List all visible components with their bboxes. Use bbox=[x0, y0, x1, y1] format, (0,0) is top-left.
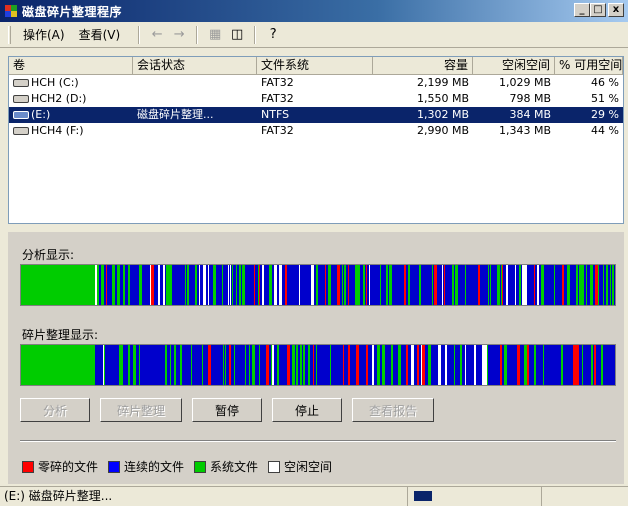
volume-free: 384 MB bbox=[509, 108, 551, 121]
minimize-button[interactable]: _ bbox=[574, 3, 590, 17]
volume-name: HCH2 (D:) bbox=[31, 92, 87, 105]
volume-status bbox=[133, 75, 257, 91]
contiguous-swatch bbox=[108, 460, 121, 473]
free-swatch bbox=[268, 460, 281, 473]
volume-name: (E:) bbox=[31, 108, 51, 121]
column-header-percent-free[interactable]: % 可用空间 bbox=[555, 57, 623, 75]
divider bbox=[20, 440, 616, 442]
close-button[interactable]: x bbox=[608, 3, 624, 17]
progress-indicator bbox=[414, 491, 432, 501]
properties-icon[interactable]: ◫ bbox=[228, 26, 246, 44]
volume-row[interactable]: HCH4 (F:) FAT32 2,990 MB 1,343 MB 44 % bbox=[9, 123, 623, 139]
volume-row[interactable]: HCH2 (D:) FAT32 1,550 MB 798 MB 51 % bbox=[9, 91, 623, 107]
defrag-panel: 分析显示: 碎片整理显示: 分析 碎片整理 暂停 停止 查看报告 零碎的文件 连… bbox=[8, 232, 624, 484]
legend-item-system: 系统文件 bbox=[194, 458, 258, 475]
volume-name: HCH (C:) bbox=[31, 76, 79, 89]
status-progress bbox=[408, 487, 542, 506]
defrag-cluster-map bbox=[21, 345, 615, 385]
toolbar-separator bbox=[138, 25, 141, 44]
legend-label: 空闲空间 bbox=[284, 460, 333, 474]
status-text: (E:) 磁盘碎片整理... bbox=[0, 487, 408, 506]
defrag-display-label: 碎片整理显示: bbox=[22, 328, 99, 342]
legend-label: 连续的文件 bbox=[124, 460, 185, 474]
help-icon[interactable]: ? bbox=[264, 26, 282, 44]
toolbar-separator bbox=[196, 25, 199, 44]
column-header-session-status[interactable]: 会话状态 bbox=[133, 57, 257, 75]
legend-item-fragmented: 零碎的文件 bbox=[22, 458, 98, 475]
show-hide-console-icon[interactable]: ▦ bbox=[206, 26, 224, 44]
volume-row-selected[interactable]: (E:) 磁盘碎片整理... NTFS 1,302 MB 384 MB 29 % bbox=[9, 107, 623, 123]
menu-view[interactable]: 查看(V) bbox=[79, 26, 121, 43]
volume-fs: FAT32 bbox=[261, 92, 294, 105]
system-swatch bbox=[194, 460, 207, 473]
volume-pct: 51 % bbox=[591, 92, 619, 105]
maximize-button[interactable]: □ bbox=[590, 3, 606, 17]
pause-button[interactable]: 暂停 bbox=[192, 398, 262, 422]
title-bar: 磁盘碎片整理程序 _ □ x bbox=[0, 0, 628, 22]
volume-capacity: 2,990 MB bbox=[416, 124, 469, 137]
analysis-cluster-map bbox=[21, 265, 615, 305]
toolbar-grip bbox=[8, 25, 11, 44]
volume-status bbox=[133, 91, 257, 107]
volume-list[interactable]: 卷 会话状态 文件系统 容量 空闲空间 % 可用空间 HCH (C:) FAT3… bbox=[8, 56, 624, 224]
volume-fs: FAT32 bbox=[261, 76, 294, 89]
fragmented-swatch bbox=[22, 460, 34, 473]
defrag-display-bar bbox=[20, 344, 616, 386]
volume-status bbox=[133, 123, 257, 139]
legend-item-contiguous: 连续的文件 bbox=[108, 458, 184, 475]
column-header-file-system[interactable]: 文件系统 bbox=[257, 57, 373, 75]
volume-free: 1,343 MB bbox=[498, 124, 551, 137]
window-title: 磁盘碎片整理程序 bbox=[22, 4, 123, 19]
menu-bar: 操作(A) 查看(V) ← → ▦ ◫ ? bbox=[0, 22, 628, 48]
drive-icon bbox=[13, 111, 29, 119]
volume-capacity: 1,302 MB bbox=[416, 108, 469, 121]
column-header-volume[interactable]: 卷 bbox=[9, 57, 133, 75]
column-header-free-space[interactable]: 空闲空间 bbox=[473, 57, 555, 75]
view-report-button[interactable]: 查看报告 bbox=[352, 398, 434, 422]
legend-item-free: 空闲空间 bbox=[268, 458, 332, 475]
legend-label: 零碎的文件 bbox=[38, 460, 99, 474]
analysis-display-bar bbox=[20, 264, 616, 306]
defrag-app-icon bbox=[4, 4, 18, 18]
volume-pct: 46 % bbox=[591, 76, 619, 89]
volume-free: 798 MB bbox=[509, 92, 551, 105]
list-header: 卷 会话状态 文件系统 容量 空闲空间 % 可用空间 bbox=[9, 57, 623, 75]
drive-icon bbox=[13, 79, 29, 87]
volume-status: 磁盘碎片整理... bbox=[137, 108, 214, 121]
analyze-button[interactable]: 分析 bbox=[20, 398, 90, 422]
status-pane-empty bbox=[542, 487, 628, 506]
forward-arrow-icon[interactable]: → bbox=[170, 26, 188, 44]
volume-row[interactable]: HCH (C:) FAT32 2,199 MB 1,029 MB 46 % bbox=[9, 75, 623, 91]
toolbar-separator bbox=[254, 25, 257, 44]
volume-fs: NTFS bbox=[261, 108, 290, 121]
volume-fs: FAT32 bbox=[261, 124, 294, 137]
drive-icon bbox=[13, 95, 29, 103]
legend: 零碎的文件 连续的文件 系统文件 空闲空间 bbox=[22, 458, 342, 475]
defragment-button[interactable]: 碎片整理 bbox=[100, 398, 182, 422]
volume-name: HCH4 (F:) bbox=[31, 124, 84, 137]
volume-capacity: 1,550 MB bbox=[416, 92, 469, 105]
volume-pct: 29 % bbox=[591, 108, 619, 121]
back-arrow-icon[interactable]: ← bbox=[148, 26, 166, 44]
column-header-capacity[interactable]: 容量 bbox=[373, 57, 473, 75]
volume-free: 1,029 MB bbox=[498, 76, 551, 89]
menu-action[interactable]: 操作(A) bbox=[23, 26, 65, 43]
volume-pct: 44 % bbox=[591, 124, 619, 137]
drive-icon bbox=[13, 127, 29, 135]
analysis-display-label: 分析显示: bbox=[22, 248, 75, 262]
stop-button[interactable]: 停止 bbox=[272, 398, 342, 422]
volume-capacity: 2,199 MB bbox=[416, 76, 469, 89]
status-bar: (E:) 磁盘碎片整理... bbox=[0, 486, 628, 506]
legend-label: 系统文件 bbox=[210, 460, 259, 474]
